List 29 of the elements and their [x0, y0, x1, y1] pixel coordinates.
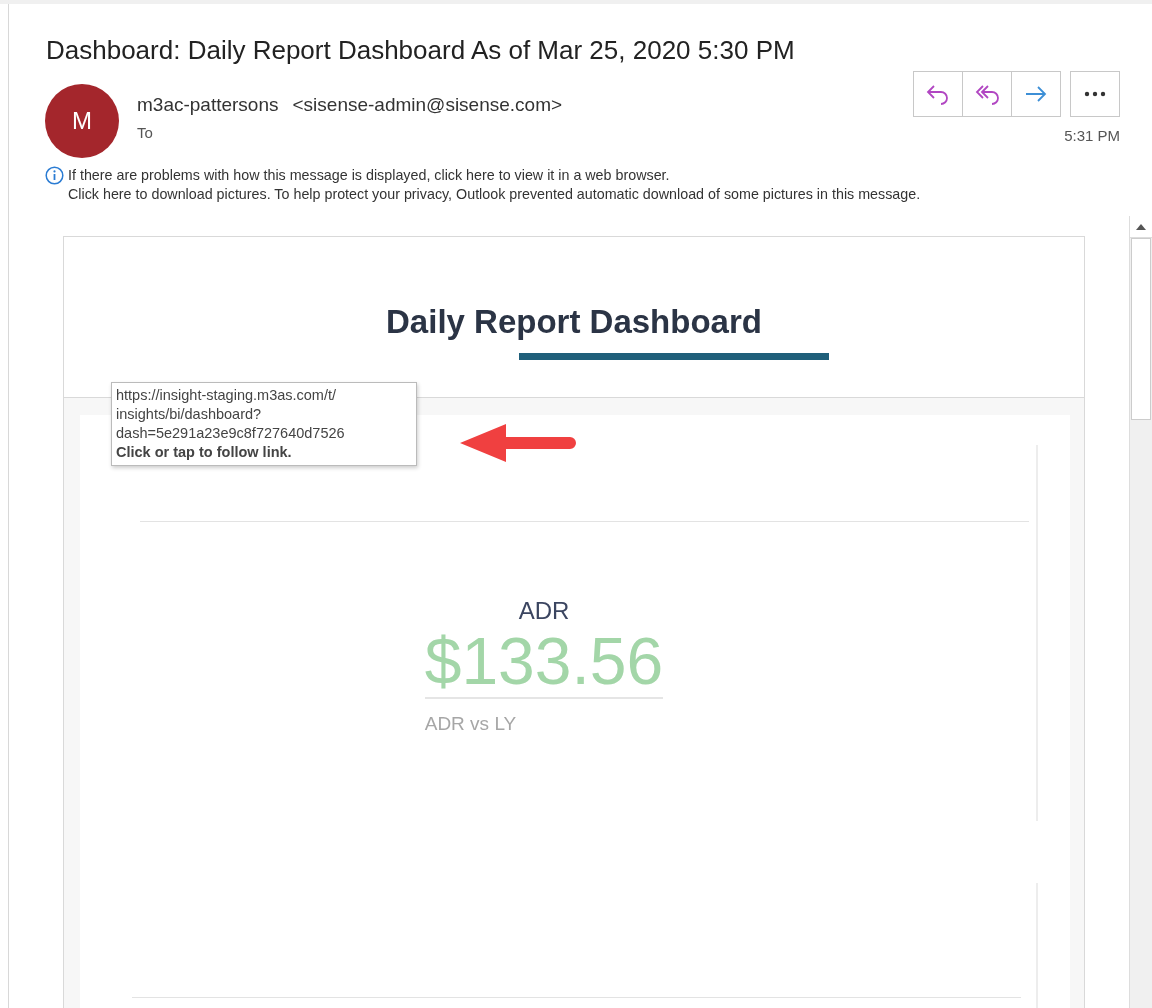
to-label: To — [137, 124, 153, 141]
link-url: https://insight-staging.m3as.com/t/ — [116, 386, 337, 405]
reply-all-icon — [973, 83, 1001, 105]
forward-button[interactable] — [1011, 71, 1061, 117]
more-button[interactable] — [1070, 71, 1120, 117]
more-icon — [1084, 91, 1106, 97]
arrow-icon — [458, 422, 578, 464]
scrollbar[interactable] — [1129, 216, 1152, 1008]
received-time: 5:31 PM — [1064, 127, 1120, 144]
tooltip-hint: Click or tap to follow link. — [116, 443, 293, 462]
kpi-title: ADR — [518, 597, 570, 625]
sender-email: <sisense-admin@sisense.com> — [292, 94, 563, 116]
scroll-up-icon[interactable] — [1136, 223, 1146, 230]
scroll-thumb[interactable] — [1131, 238, 1151, 420]
sender-avatar: M — [45, 84, 119, 158]
sender-name: m3ac-pattersons — [137, 94, 279, 116]
info-message[interactable]: Click here to download pictures. To help protect your privacy, Outlook prevented automatic download of some pictures in this message. — [68, 185, 1078, 204]
kpi-value: $133.56 — [424, 625, 664, 699]
link-url: insights/bi/dashboard? — [116, 405, 263, 424]
reply-button[interactable] — [913, 71, 963, 117]
forward-arrow-icon — [1024, 85, 1048, 103]
reply-icon — [925, 83, 951, 105]
link-url: dash=5e291a23e9c8f727640d7526 — [116, 424, 346, 443]
kpi-subtitle: ADR vs LY — [424, 713, 517, 735]
info-icon — [45, 166, 64, 185]
dashboard-title: Daily Report Dashboard — [386, 303, 762, 341]
reply-all-button[interactable] — [962, 71, 1012, 117]
message-subject: Dashboard: Daily Report Dashboard As of Mar 25, 2020 5:30 PM — [46, 35, 796, 66]
info-message[interactable]: If there are problems with how this message is displayed, click here to view it in a web browser. — [68, 166, 1078, 185]
